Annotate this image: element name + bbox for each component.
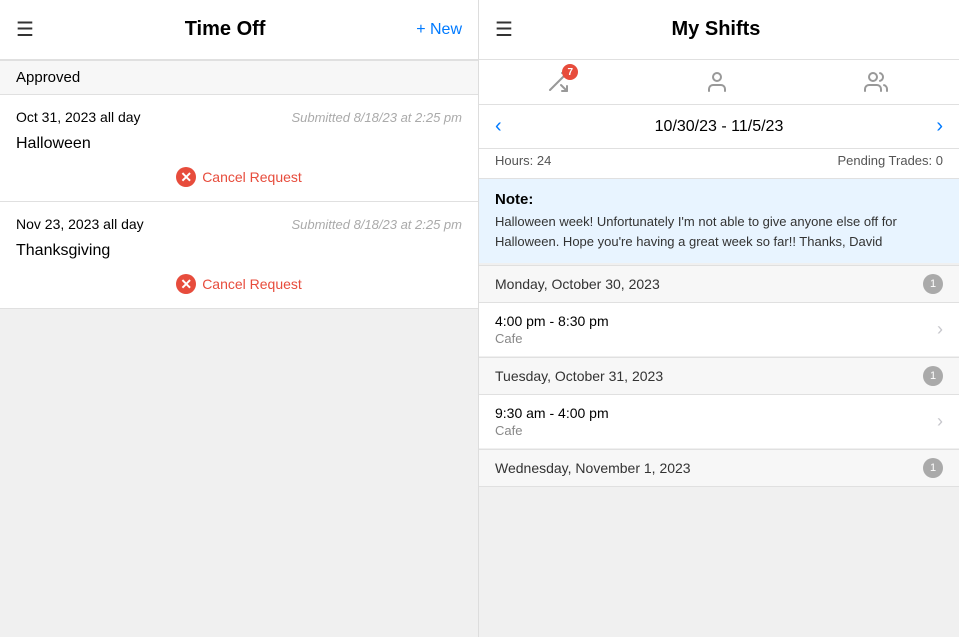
day-header-0: Monday, October 30, 2023 1 (479, 265, 959, 303)
cancel-row-1: ✕ Cancel Request (0, 161, 478, 201)
shift-location-0-0: Cafe (495, 331, 609, 346)
tab-group[interactable] (864, 70, 892, 94)
cancel-row-2: ✕ Cancel Request (0, 268, 478, 308)
pending-trades-label: Pending Trades: 0 (837, 153, 943, 168)
day-header-2: Wednesday, November 1, 2023 1 (479, 449, 959, 487)
card-name-2: Thanksgiving (0, 238, 478, 268)
tab-trades[interactable]: 7 (546, 70, 570, 94)
cancel-label-2: Cancel Request (202, 276, 302, 292)
card-submitted-1: Submitted 8/18/23 at 2:25 pm (291, 110, 462, 125)
tab-bar: 7 (479, 60, 959, 105)
day-count-2: 1 (923, 458, 943, 478)
day-label-1: Tuesday, October 31, 2023 (495, 368, 663, 384)
new-request-button[interactable]: + New (416, 21, 462, 39)
hours-row: Hours: 24 Pending Trades: 0 (479, 149, 959, 179)
day-header-1: Tuesday, October 31, 2023 1 (479, 357, 959, 395)
day-label-0: Monday, October 30, 2023 (495, 276, 660, 292)
day-count-1: 1 (923, 366, 943, 386)
note-label: Note: (495, 191, 943, 208)
next-week-button[interactable]: › (936, 115, 943, 138)
note-text: Halloween week! Unfortunately I'm not ab… (495, 212, 943, 251)
right-page-title: My Shifts (672, 18, 761, 41)
card-date-2: Nov 23, 2023 all day (16, 216, 144, 232)
time-off-card-1: Oct 31, 2023 all day Submitted 8/18/23 a… (0, 95, 478, 202)
group-icon (864, 70, 892, 94)
note-section: Note: Halloween week! Unfortunately I'm … (479, 179, 959, 263)
shift-time-0-0: 4:00 pm - 8:30 pm (495, 313, 609, 329)
card-name-1: Halloween (0, 131, 478, 161)
tab-person[interactable] (705, 70, 729, 94)
left-header: ☰ Time Off + New (0, 0, 478, 60)
cancel-request-button-1[interactable]: ✕ Cancel Request (176, 167, 302, 187)
cancel-icon-1: ✕ (176, 167, 196, 187)
trades-badge: 7 (562, 64, 578, 80)
shift-location-1-0: Cafe (495, 423, 609, 438)
approved-section-header: Approved (0, 60, 478, 95)
left-content: Approved Oct 31, 2023 all day Submitted … (0, 60, 478, 637)
day-count-0: 1 (923, 274, 943, 294)
cancel-label-1: Cancel Request (202, 169, 302, 185)
left-page-title: Time Off (185, 18, 266, 41)
shift-time-1-0: 9:30 am - 4:00 pm (495, 405, 609, 421)
card-top-2: Nov 23, 2023 all day Submitted 8/18/23 a… (0, 202, 478, 238)
card-submitted-2: Submitted 8/18/23 at 2:25 pm (291, 217, 462, 232)
date-range-label: 10/30/23 - 11/5/23 (655, 118, 784, 136)
cancel-icon-2: ✕ (176, 274, 196, 294)
shift-info-1-0: 9:30 am - 4:00 pm Cafe (495, 405, 609, 438)
cancel-request-button-2[interactable]: ✕ Cancel Request (176, 274, 302, 294)
card-date-1: Oct 31, 2023 all day (16, 109, 141, 125)
shift-info-0-0: 4:00 pm - 8:30 pm Cafe (495, 313, 609, 346)
date-nav: ‹ 10/30/23 - 11/5/23 › (479, 105, 959, 149)
shift-chevron-1-0: › (937, 411, 943, 432)
time-off-panel: ☰ Time Off + New Approved Oct 31, 2023 a… (0, 0, 479, 637)
my-shifts-panel: ☰ My Shifts 7 (479, 0, 959, 637)
left-menu-icon[interactable]: ☰ (16, 17, 34, 42)
hours-label: Hours: 24 (495, 153, 551, 168)
shift-item-0-0[interactable]: 4:00 pm - 8:30 pm Cafe › (479, 303, 959, 357)
shift-item-1-0[interactable]: 9:30 am - 4:00 pm Cafe › (479, 395, 959, 449)
shifts-list: Monday, October 30, 2023 1 4:00 pm - 8:3… (479, 265, 959, 637)
right-menu-icon[interactable]: ☰ (495, 17, 513, 42)
day-label-2: Wednesday, November 1, 2023 (495, 460, 691, 476)
right-header: ☰ My Shifts (479, 0, 959, 60)
person-icon (705, 70, 729, 94)
prev-week-button[interactable]: ‹ (495, 115, 502, 138)
shift-chevron-0-0: › (937, 319, 943, 340)
card-top-1: Oct 31, 2023 all day Submitted 8/18/23 a… (0, 95, 478, 131)
time-off-card-2: Nov 23, 2023 all day Submitted 8/18/23 a… (0, 202, 478, 309)
